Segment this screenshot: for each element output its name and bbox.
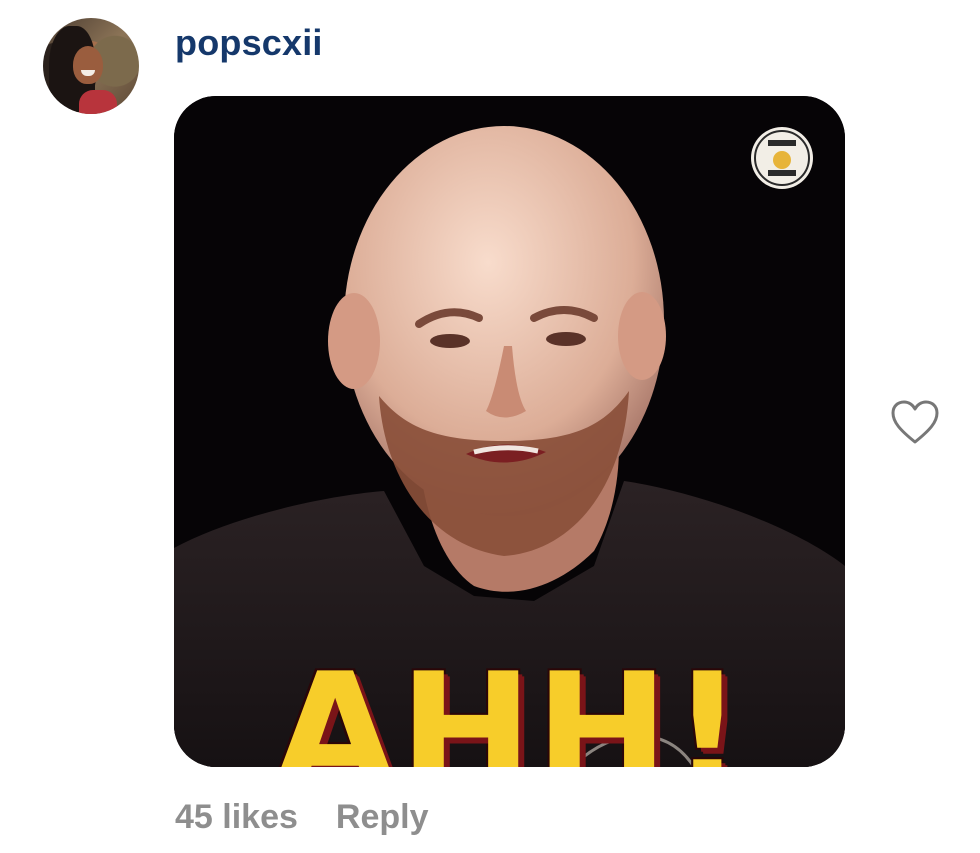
comment-username[interactable]: popscxii	[175, 22, 323, 64]
show-logo-icon	[751, 127, 813, 189]
like-button[interactable]	[890, 400, 940, 446]
gif-illustration	[174, 96, 845, 767]
heart-outline-icon	[891, 400, 939, 444]
user-avatar[interactable]	[43, 18, 139, 114]
avatar-shirt-shape	[79, 90, 117, 114]
comment-item: popscxii AHH! 45 likes Reply	[0, 0, 980, 853]
likes-count[interactable]: 45 likes	[175, 798, 298, 837]
reply-button[interactable]: Reply	[336, 798, 429, 837]
gif-sticker[interactable]: AHH!	[174, 96, 845, 767]
avatar-face-shape	[73, 46, 103, 84]
comment-meta: 45 likes Reply	[175, 798, 428, 837]
